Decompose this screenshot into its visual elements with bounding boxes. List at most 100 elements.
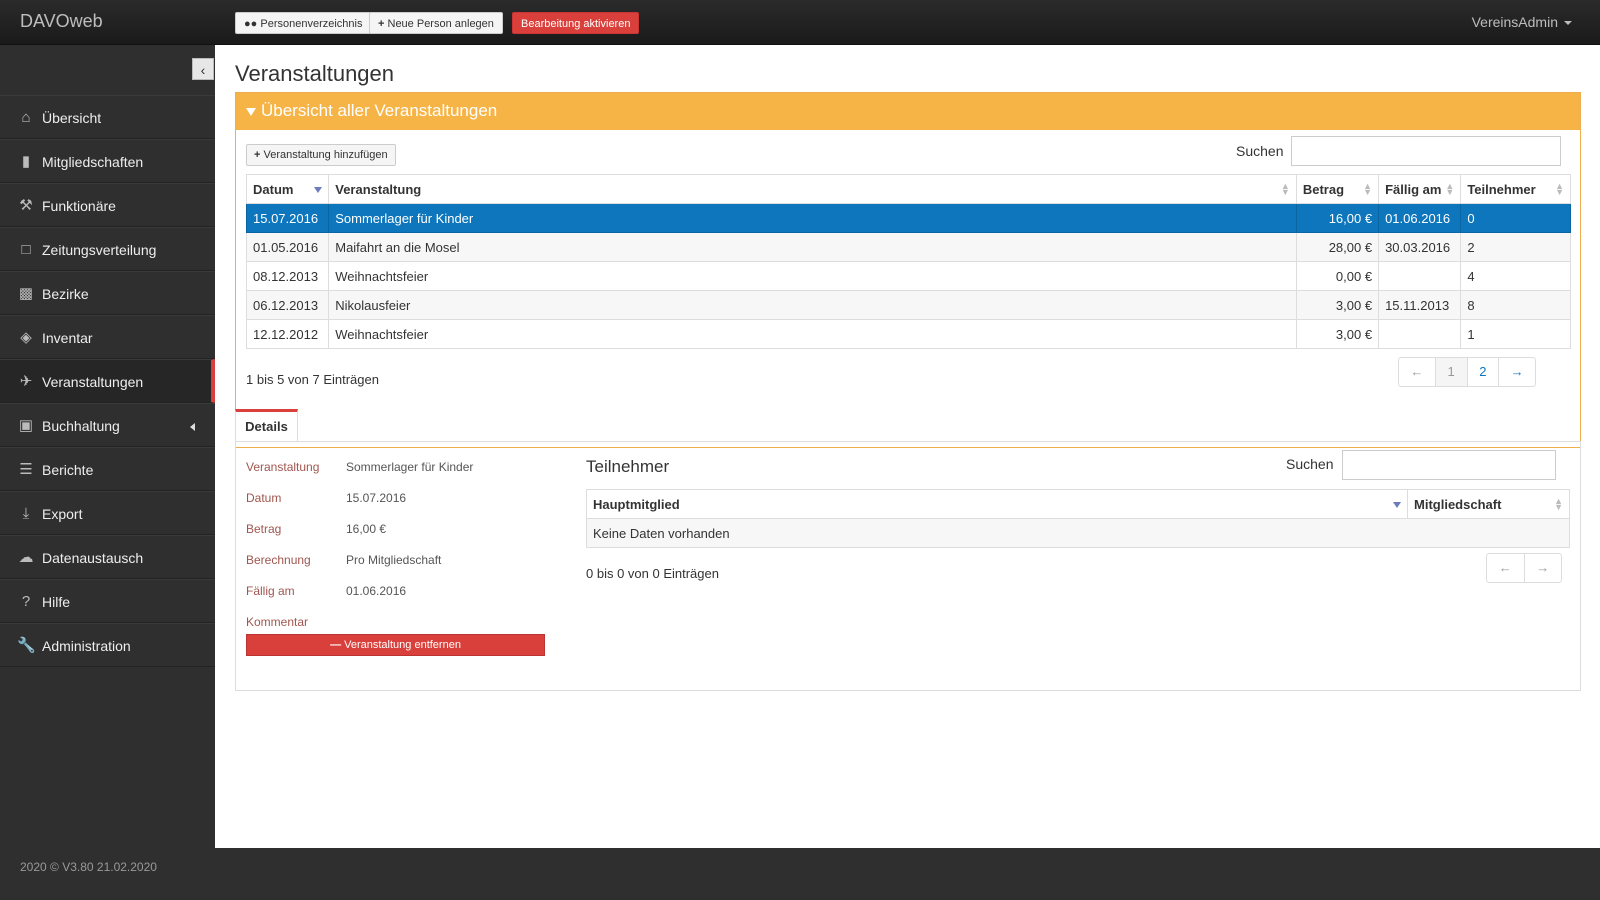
book-icon: ▮ [21,153,31,170]
table-row[interactable]: 15.07.2016 Sommerlager für Kinder 16,00 … [245,203,1571,233]
gavel-icon: ⚒ [19,197,33,214]
cell-faellig-am: 30.03.2016 [1378,232,1462,262]
cell-datum: 06.12.2013 [245,290,330,320]
sidebar-item-label: Mitgliedschaften [42,154,144,170]
file-icon: □ [21,241,31,258]
sidebar-collapse-button[interactable]: ‹ [192,58,214,80]
sidebar-item-berichte[interactable]: ☰ Berichte [0,447,215,491]
new-person-button[interactable]: + Neue Person anlegen [369,12,503,34]
sidebar: ‹ ⌂ Übersicht ▮ Mitgliedschaften ⚒ Funkt… [0,45,215,855]
cell-teilnehmer: 4 [1460,261,1571,291]
column-header-label: Veranstaltung [335,181,422,197]
events-table: Datum Veranstaltung ▲ ▼ Betrag ▲ ▼ Fällig am… [245,174,1571,349]
events-search-input[interactable] [1291,136,1561,166]
enable-edit-button[interactable]: Bearbeitung aktivieren [512,12,640,34]
column-header-mitgliedschaft[interactable]: Mitgliedschaft ▲ ▼ [1407,489,1570,519]
sort-icon: ▲ ▼ [1363,181,1373,197]
prev-page-button[interactable]: ← [1399,358,1435,386]
sidebar-item-uebersicht[interactable]: ⌂ Übersicht [0,95,215,139]
sidebar-item-zeitungsverteilung[interactable]: □ Zeitungsverteilung [0,227,215,271]
sidebar-item-export[interactable]: ⤓ Export [0,491,215,535]
sidebar-item-label: Zeitungsverteilung [42,242,157,258]
cloud-icon: ☁ [18,549,34,566]
caret-left-icon [190,423,195,431]
remove-event-label: Veranstaltung entfernen [344,639,461,651]
cell-faellig-am: 01.06.2016 [1378,203,1462,233]
enable-edit-label: Bearbeitung aktivieren [521,18,631,30]
page-1-button[interactable]: 1 [1434,358,1467,386]
sort-desc-icon [1393,502,1402,508]
sidebar-item-label: Übersicht [42,110,102,126]
detail-label: Betrag [246,522,282,536]
empty-message: Keine Daten vorhanden [586,518,1570,548]
column-header-veranstaltung[interactable]: Veranstaltung ▲ ▼ [328,174,1297,204]
remove-event-button[interactable]: — Veranstaltung entfernen [246,634,545,656]
sidebar-item-inventar[interactable]: ◈ Inventar [0,315,215,359]
people-directory-label: Personenverzeichnis [260,18,363,30]
sidebar-item-buchhaltung[interactable]: ▣ Buchhaltung [0,403,215,447]
events-panel: Übersicht aller Veranstaltungen + Verans… [235,92,1581,448]
table-info: 1 bis 5 von 7 Einträgen [246,372,379,387]
user-menu[interactable]: VereinsAdmin [1472,14,1572,30]
column-header-hauptmitglied[interactable]: Hauptmitglied [585,489,1409,519]
table-row[interactable]: 01.05.2016 Maifahrt an die Mosel 28,00 €… [245,232,1571,262]
pagination: ← 1 2 → [1398,357,1536,387]
cell-betrag: 3,00 € [1295,290,1380,320]
cell-faellig-am: 15.11.2013 [1378,290,1462,320]
sidebar-item-veranstaltungen[interactable]: ✈ Veranstaltungen [0,359,215,403]
sidebar-item-datenaustausch[interactable]: ☁ Datenaustausch [0,535,215,579]
table-row[interactable]: 06.12.2013 Nikolausfeier 3,00 € 15.11.20… [245,290,1571,320]
column-header-betrag[interactable]: Betrag ▲ ▼ [1295,174,1380,204]
sidebar-item-label: Administration [42,638,131,654]
table-row[interactable]: 08.12.2013 Weihnachtsfeier 0,00 € 4 [245,261,1571,291]
cell-veranstaltung: Weihnachtsfeier [328,261,1297,291]
sidebar-item-bezirke[interactable]: ▩ Bezirke [0,271,215,315]
sidebar-item-mitgliedschaften[interactable]: ▮ Mitgliedschaften [0,139,215,183]
cell-teilnehmer: 0 [1460,203,1571,233]
people-directory-button[interactable]: ●● Personenverzeichnis [235,12,372,34]
sidebar-item-funktionaere[interactable]: ⚒ Funktionäre [0,183,215,227]
detail-value: Sommerlager für Kinder [346,460,474,474]
sort-icon: ▲ ▼ [1445,181,1455,197]
participants-table: Hauptmitglied Mitgliedschaft ▲ ▼ Keine Dat… [585,489,1570,548]
sort-icon: ▲ ▼ [1555,181,1564,197]
column-header-label: Betrag [1302,181,1345,197]
sidebar-item-label: Buchhaltung [42,418,120,434]
table-row: Keine Daten vorhanden [586,518,1570,548]
cell-datum: 08.12.2013 [245,261,330,291]
sidebar-item-hilfe[interactable]: ? Hilfe [0,579,215,623]
next-page-button[interactable]: → [1523,554,1562,582]
column-header-datum[interactable]: Datum [245,174,330,204]
table-row[interactable]: 12.12.2012 Weihnachtsfeier 3,00 € 1 [245,319,1571,349]
cell-faellig-am [1378,319,1462,349]
cell-teilnehmer: 2 [1460,232,1571,262]
column-header-teilnehmer[interactable]: Teilnehmer ▲ ▼ [1460,174,1571,204]
download-icon: ⤓ [22,505,30,522]
sidebar-item-label: Hilfe [42,594,71,610]
next-page-button[interactable]: → [1498,358,1535,386]
add-event-button[interactable]: + Veranstaltung hinzufügen [246,144,396,166]
question-icon: ? [21,593,31,610]
cell-veranstaltung: Nikolausfeier [328,290,1297,320]
detail-value: Pro Mitgliedschaft [346,553,442,567]
column-header-label: Hauptmitglied [593,496,680,512]
sort-icon: ▲ ▼ [1280,181,1290,197]
detail-label: Berechnung [246,553,311,567]
cell-betrag: 3,00 € [1295,319,1380,349]
participants-info: 0 bis 0 von 0 Einträgen [586,566,719,581]
search-label: Suchen [1236,143,1284,159]
column-header-faellig-am[interactable]: Fällig am ▲ ▼ [1378,174,1462,204]
brand-logo[interactable]: DAVOweb [20,11,103,32]
page-2-button[interactable]: 2 [1466,358,1499,386]
chevron-left-icon: ‹ [200,62,206,78]
panel-header[interactable]: Übersicht aller Veranstaltungen [236,93,1580,130]
tab-details[interactable]: Details [235,409,298,442]
sidebar-item-label: Datenaustausch [42,550,144,566]
detail-label: Datum [246,491,282,505]
plus-icon: + [254,149,261,161]
participants-search-input[interactable] [1342,450,1556,480]
version-footer: 2020 © V3.80 21.02.2020 [20,860,157,874]
column-header-label: Mitgliedschaft [1414,496,1502,512]
prev-page-button[interactable]: ← [1487,554,1524,582]
sidebar-item-administration[interactable]: 🔧 Administration [0,623,215,667]
